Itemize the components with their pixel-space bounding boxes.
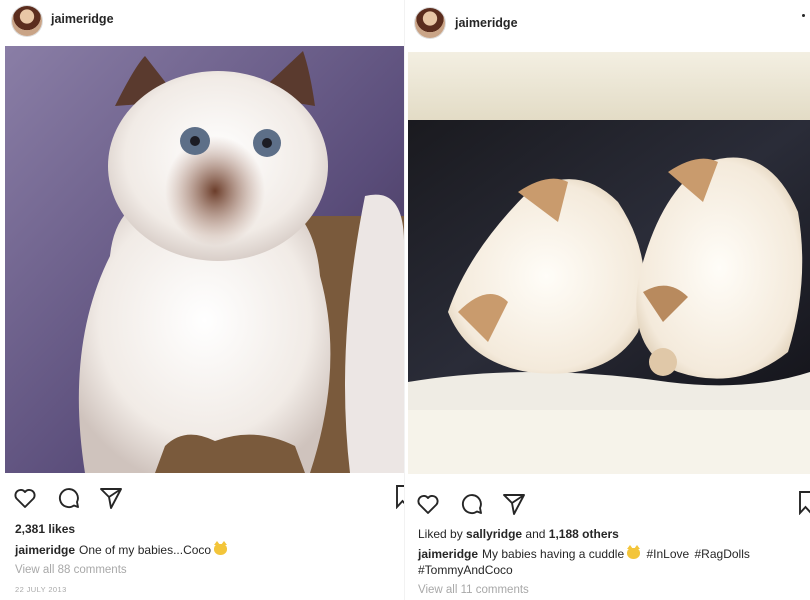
- caption-username[interactable]: jaimeridge: [418, 547, 478, 561]
- post-caption: jaimeridge One of my babies...Coco: [15, 541, 385, 558]
- post-actions: [12, 485, 405, 515]
- post-actions: [415, 491, 810, 521]
- liked-by: Liked by sallyridge and 1,188 others: [418, 527, 619, 541]
- post-username[interactable]: jaimeridge: [455, 16, 518, 30]
- cat-face-emoji: [627, 545, 641, 559]
- post-header: jaimeridge: [0, 0, 405, 44]
- bookmark-icon[interactable]: [799, 491, 810, 516]
- post-left: jaimeridge 2,381 likes jaimeridge One of…: [0, 0, 405, 600]
- avatar[interactable]: [415, 8, 445, 38]
- heart-icon[interactable]: [415, 491, 441, 517]
- view-comments-link[interactable]: View all 11 comments: [418, 584, 529, 596]
- avatar[interactable]: [12, 6, 42, 36]
- post-right: jaimeridge Liked by sallyridge and 1,188…: [405, 0, 810, 600]
- post-timestamp: 22 JULY 2013: [15, 585, 67, 594]
- post-photo[interactable]: [5, 46, 404, 473]
- liked-by-prefix: Liked by: [418, 527, 463, 541]
- cat-face-emoji: [214, 541, 228, 555]
- liked-by-others[interactable]: 1,188 others: [549, 527, 619, 541]
- comment-icon[interactable]: [459, 491, 485, 517]
- share-icon[interactable]: [98, 485, 124, 511]
- caption-username[interactable]: jaimeridge: [15, 543, 75, 557]
- post-username[interactable]: jaimeridge: [51, 12, 114, 26]
- view-comments-link[interactable]: View all 88 comments: [15, 564, 127, 576]
- cats-cuddling-photo: [408, 52, 810, 474]
- caption-text: One of my babies...Coco: [79, 543, 212, 557]
- liked-by-user[interactable]: sallyridge: [466, 527, 522, 541]
- caption-text: My babies having a cuddle: [482, 547, 625, 561]
- likes-count[interactable]: 2,381 likes: [15, 522, 75, 536]
- cat-photo: [5, 46, 404, 473]
- post-photo[interactable]: [408, 52, 810, 474]
- liked-by-and: and: [525, 527, 546, 541]
- post-header: jaimeridge: [405, 0, 810, 44]
- comment-icon[interactable]: [56, 485, 82, 511]
- post-caption: jaimeridge My babies having a cuddle #InL…: [418, 545, 798, 578]
- share-icon[interactable]: [501, 491, 527, 517]
- heart-icon[interactable]: [12, 485, 38, 511]
